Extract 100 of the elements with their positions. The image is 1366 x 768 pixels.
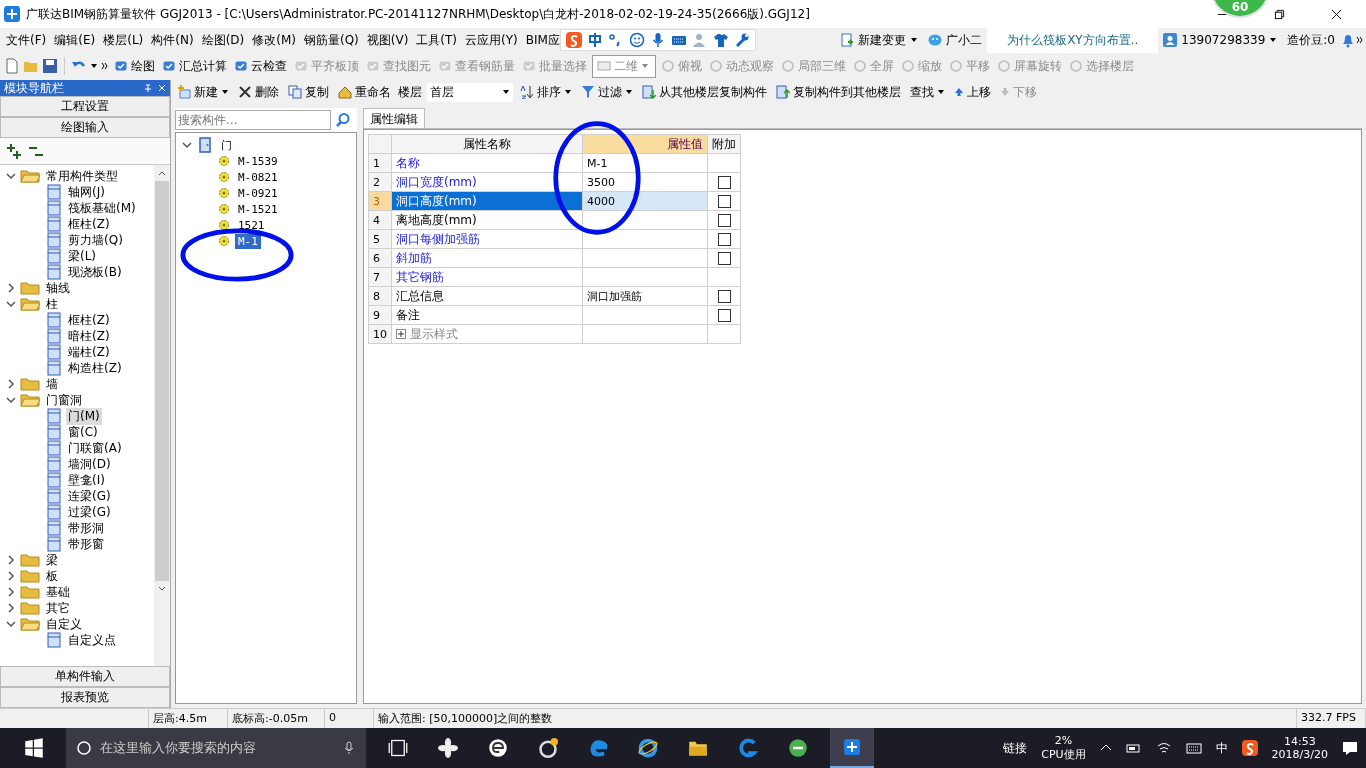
menu-item[interactable]: 构件(N)	[147, 31, 198, 49]
tree-item[interactable]: 自定义点	[66, 631, 118, 649]
tree-item[interactable]: 过梁(G)	[66, 503, 113, 521]
tree-item[interactable]: 带形窗	[66, 535, 106, 553]
expand-toggle-icon[interactable]	[6, 171, 16, 181]
start-icon[interactable]	[24, 738, 44, 758]
taskbar-search-field[interactable]: 在这里输入你要搜索的内容	[66, 728, 366, 768]
tree-item[interactable]: 壁龛(I)	[66, 471, 107, 489]
tree-item[interactable]: 窗(C)	[66, 423, 100, 441]
shirt-icon[interactable]	[712, 32, 729, 48]
tree-item[interactable]: 门窗洞	[44, 391, 84, 409]
toolbar-button[interactable]: 云检查	[232, 57, 289, 75]
toolbar-button[interactable]: 汇总计算	[160, 57, 229, 75]
wrench-icon[interactable]	[733, 32, 750, 48]
tree-item[interactable]: 自定义	[44, 615, 84, 633]
scroll-down-icon[interactable]	[158, 585, 166, 593]
g-logo-icon[interactable]	[738, 738, 758, 758]
expand-toggle-icon[interactable]	[6, 619, 16, 629]
tree-item[interactable]: 轴线	[44, 279, 72, 297]
expand-toggle-icon[interactable]	[6, 395, 16, 405]
new-file-icon[interactable]	[4, 58, 20, 74]
emoji-icon[interactable]	[628, 32, 645, 48]
property-name[interactable]: 备注	[391, 305, 583, 325]
copy-from-floor-button[interactable]: 从其他楼层复制构件	[640, 83, 769, 101]
pin-icon[interactable]	[144, 84, 152, 92]
active-app-tab[interactable]	[830, 728, 874, 768]
expand-toggle-icon[interactable]	[6, 571, 16, 581]
expand-toggle-icon[interactable]	[182, 140, 192, 150]
property-name[interactable]: 洞口每侧加强筋	[391, 229, 583, 249]
property-name[interactable]: 其它钢筋	[391, 267, 583, 287]
ime-logo-icon[interactable]	[1241, 740, 1258, 756]
menu-item[interactable]: BIM应	[521, 31, 564, 49]
overflow-icon[interactable]	[1356, 36, 1364, 44]
expand-toggle-icon[interactable]	[6, 379, 16, 389]
property-value[interactable]: 洞口加强筋	[582, 286, 708, 306]
tree-item[interactable]: 梁(L)	[66, 247, 99, 265]
property-name[interactable]: 离地高度(mm)	[391, 210, 583, 230]
user-account-button[interactable]: 13907298339	[1158, 33, 1283, 47]
tree-item[interactable]: 门联窗(A)	[66, 439, 124, 457]
component-item[interactable]: M-1	[235, 233, 261, 249]
expand-toggle-icon[interactable]	[6, 587, 16, 597]
expand-icon[interactable]	[396, 329, 406, 339]
menu-item[interactable]: 编辑(E)	[50, 31, 100, 49]
nav-section-button[interactable]: 工程设置	[0, 96, 170, 117]
menu-item[interactable]: 钢筋量(Q)	[299, 31, 363, 49]
scrollbar[interactable]	[154, 165, 170, 666]
tree-item[interactable]: 框柱(Z)	[66, 215, 112, 233]
property-value[interactable]	[582, 229, 708, 249]
copy-button[interactable]: 复制	[286, 83, 331, 101]
rename-button[interactable]: 重命名	[336, 83, 393, 101]
clock-time[interactable]: 14:53	[1283, 735, 1316, 748]
caret-icon[interactable]	[90, 62, 98, 70]
property-name[interactable]: 洞口宽度(mm)	[391, 172, 583, 192]
checkbox[interactable]	[717, 252, 731, 265]
save-icon[interactable]	[42, 58, 58, 74]
tree-item[interactable]: 其它	[44, 599, 72, 617]
column-header[interactable]: 属性名称	[391, 134, 583, 154]
column-header[interactable]: 附加	[707, 134, 741, 154]
tree-item[interactable]: 门(M)	[66, 407, 102, 425]
filter-button[interactable]: 过滤	[579, 83, 635, 101]
copy-to-floor-button[interactable]: 复制构件到其他楼层	[774, 83, 903, 101]
property-tab[interactable]: 属性编辑	[363, 108, 425, 128]
property-value[interactable]: M-1	[582, 153, 708, 173]
property-name[interactable]: 名称	[391, 153, 583, 173]
spiral-icon[interactable]	[538, 738, 558, 758]
notification-icon[interactable]	[1342, 740, 1358, 756]
component-search-field[interactable]: 搜索构件...	[175, 110, 331, 130]
scroll-up-icon[interactable]	[158, 169, 166, 177]
search-icon[interactable]	[335, 112, 351, 128]
nav-section-button[interactable]: 绘图输入	[0, 117, 170, 138]
bell-icon[interactable]	[1340, 32, 1356, 48]
tree-item[interactable]: 墙洞(D)	[66, 455, 113, 473]
floor-select[interactable]: 首层	[427, 82, 513, 102]
find-button[interactable]: 查找	[908, 83, 947, 101]
tree-item[interactable]: 连梁(G)	[66, 487, 113, 505]
component-item[interactable]: M-0921	[235, 185, 281, 201]
expand-all-icon[interactable]	[6, 143, 22, 159]
expand-toggle-icon[interactable]	[6, 299, 16, 309]
tree-item[interactable]: 梁	[44, 551, 60, 569]
close-icon[interactable]	[1331, 8, 1342, 20]
tree-item[interactable]: 框柱(Z)	[66, 311, 112, 329]
menu-item[interactable]: 绘图(D)	[197, 31, 249, 49]
checkbox[interactable]	[717, 233, 731, 246]
tree-item[interactable]: 剪力墙(Q)	[66, 231, 125, 249]
menu-item[interactable]: 视图(V)	[362, 31, 413, 49]
ie-icon[interactable]	[638, 738, 658, 758]
browser-icon[interactable]	[488, 738, 508, 758]
tree-item[interactable]: 轴网(J)	[66, 183, 107, 201]
nav-section-button[interactable]: 报表预览	[0, 687, 170, 708]
toolbar-button[interactable]: 绘图	[112, 57, 157, 75]
delete-button[interactable]: 删除	[236, 83, 281, 101]
tree-item[interactable]: 筏板基础(M)	[66, 199, 138, 217]
overflow-icon[interactable]	[101, 62, 109, 70]
checkbox[interactable]	[717, 290, 731, 303]
checkbox[interactable]	[717, 195, 731, 208]
expand-toggle-icon[interactable]	[6, 555, 16, 565]
expand-toggle-icon[interactable]	[6, 603, 16, 613]
component-item[interactable]: M-1539	[235, 153, 281, 169]
tree-item[interactable]: 端柱(Z)	[66, 343, 112, 361]
tree-item[interactable]: 常用构件类型	[44, 167, 120, 185]
